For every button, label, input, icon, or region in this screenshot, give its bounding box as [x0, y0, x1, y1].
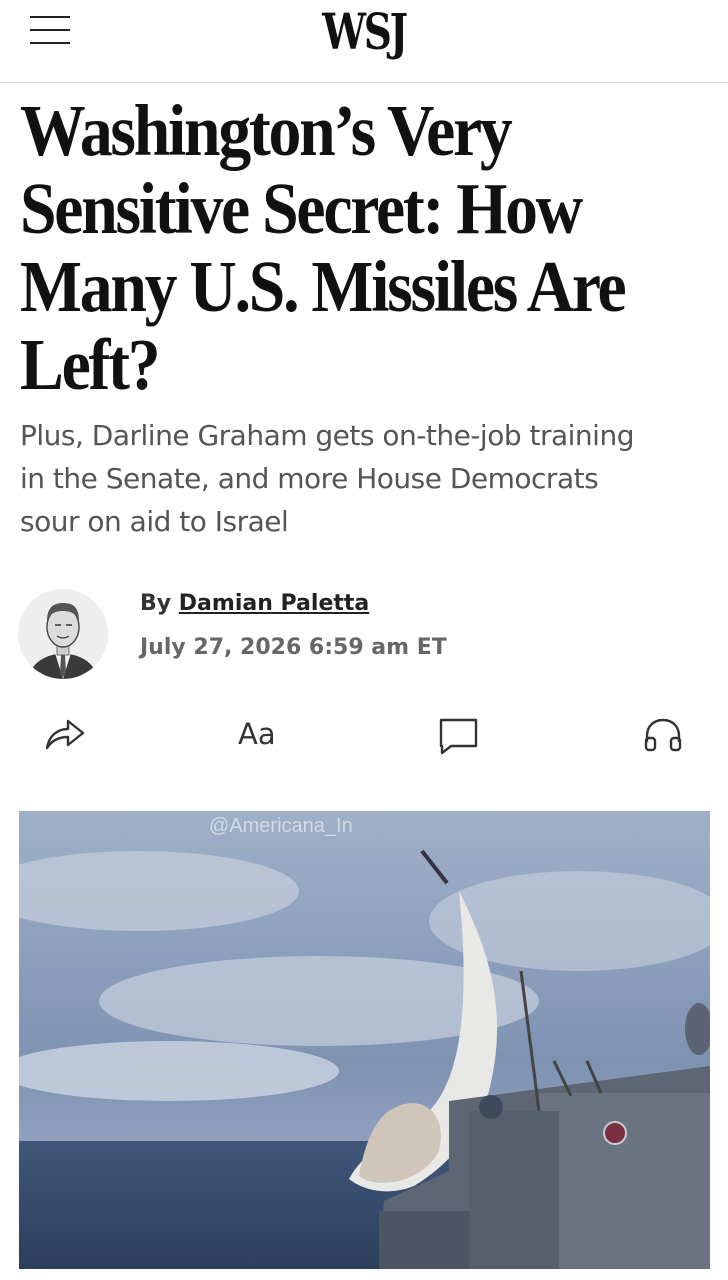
comment-icon [439, 718, 478, 755]
headline-line: Sensitive Secret: How [20, 168, 583, 249]
hamburger-menu-icon[interactable] [30, 14, 72, 48]
wsj-logo[interactable]: WSJ [80, 2, 648, 61]
share-icon [45, 719, 85, 750]
author-avatar[interactable] [18, 589, 108, 679]
top-navigation-bar: WSJ [0, 0, 728, 83]
text-size-icon: Aa [238, 717, 276, 751]
comments-button[interactable] [438, 712, 480, 756]
subheadline-line: in the Senate, and more House Democrats [20, 462, 599, 495]
headline-line: Washington’s Very [20, 90, 513, 171]
publish-date: July 27, 2026 6:59 am ET [140, 635, 447, 660]
author-portrait-sketch [18, 589, 108, 679]
author-link[interactable]: Damian Paletta [179, 591, 369, 616]
headline-line: Many U.S. Missiles Are [20, 246, 627, 327]
image-watermark: @Americana_In [209, 815, 353, 837]
headline-line: Left? [20, 324, 161, 405]
headphones-icon [644, 718, 682, 752]
share-button[interactable] [44, 712, 86, 756]
article-headline: Washington’s Very Sensitive Secret: How … [20, 92, 650, 404]
article-hero-image[interactable]: @Americana_In [19, 811, 710, 1269]
listen-button[interactable] [642, 712, 684, 756]
subheadline-line: sour on aid to Israel [20, 505, 289, 538]
byline: By Damian Paletta [140, 591, 369, 616]
subheadline-line: Plus, Darline Graham gets on-the-job tra… [20, 419, 634, 452]
article-subheadline: Plus, Darline Graham gets on-the-job tra… [20, 414, 710, 543]
text-size-button[interactable]: Aa [238, 712, 276, 756]
byline-prefix: By [140, 591, 172, 616]
missile-launch-photo [19, 811, 710, 1269]
